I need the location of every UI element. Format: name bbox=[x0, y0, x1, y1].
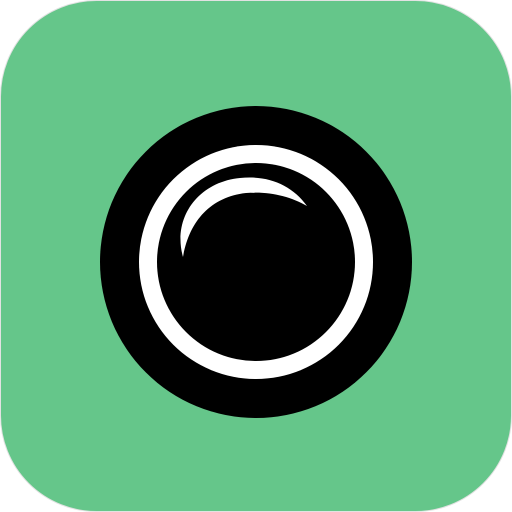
camera-lens-icon bbox=[0, 0, 512, 512]
app-icon[interactable] bbox=[0, 0, 512, 512]
lens-glass bbox=[157, 163, 355, 361]
